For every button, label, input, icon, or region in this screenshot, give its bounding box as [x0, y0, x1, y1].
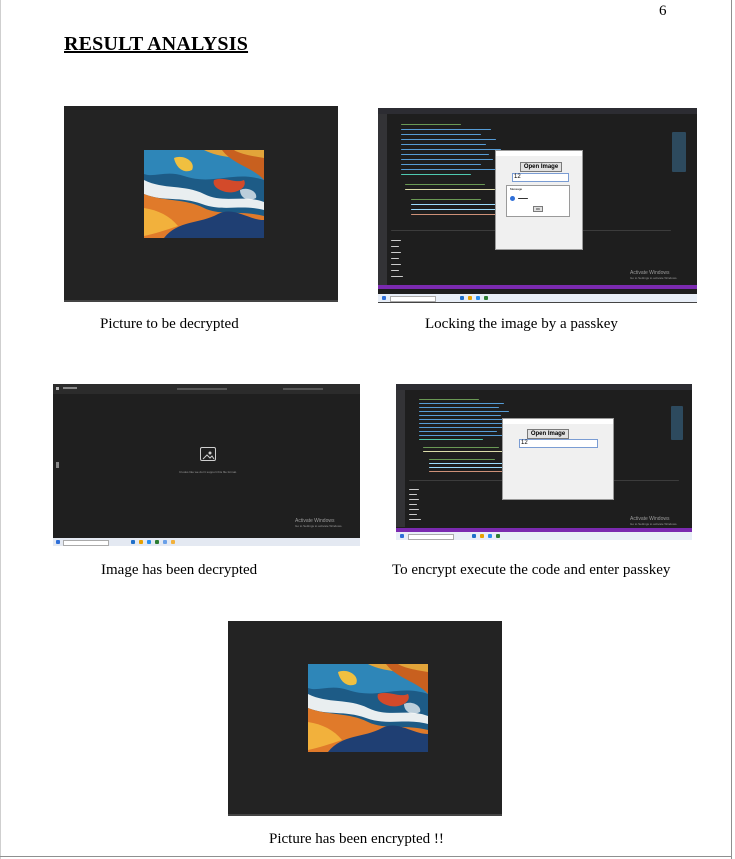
caption-picture-encrypted: Picture has been encrypted !! — [269, 831, 444, 847]
page-number: 6 — [659, 3, 667, 19]
broken-image-icon — [200, 447, 216, 461]
figure-encrypt-screenshot: Activate Windows Go to Settings to activ… — [396, 384, 692, 540]
windows-taskbar — [53, 538, 360, 546]
passkey-field[interactable]: 12 — [519, 439, 598, 448]
image-operation-dialog: Open Image 12 — [502, 418, 614, 500]
figure-5-rule — [228, 814, 502, 816]
vscode-activity-bar — [396, 390, 405, 527]
page-border-bottom — [0, 856, 732, 857]
figure-1-rule — [64, 300, 338, 302]
windows-taskbar — [378, 294, 697, 302]
vscode-title-bar — [378, 108, 697, 114]
caption-locking-image: Locking the image by a passkey — [425, 316, 618, 332]
section-heading: RESULT ANALYSIS — [64, 33, 249, 55]
page-border-left — [0, 0, 1, 859]
open-image-button[interactable]: Open Image — [527, 429, 569, 439]
passkey-field[interactable]: 12 — [512, 173, 569, 182]
caption-image-decrypted: Image has been decrypted — [101, 562, 258, 578]
open-image-button[interactable]: Open Image — [520, 162, 562, 172]
info-icon — [510, 196, 515, 201]
figure-picture-encrypted — [228, 621, 502, 814]
vscode-activity-bar — [378, 114, 387, 289]
file-unsupported-notice: It looks like we don't support this file… — [179, 470, 237, 474]
activate-windows-watermark: Activate Windows Go to Settings to activ… — [630, 270, 678, 280]
message-dialog: Message OK — [506, 185, 570, 217]
caption-picture-to-decrypt: Picture to be decrypted — [100, 316, 239, 332]
activate-windows-watermark: Activate Windows Go to Settings to activ… — [295, 518, 343, 528]
figure-decrypted-viewer-screenshot: It looks like we don't support this file… — [53, 384, 360, 546]
figure-locking-image-screenshot: Activate Windows Go to Settings to activ… — [378, 108, 697, 302]
figure-2-rule — [378, 302, 697, 303]
activate-windows-watermark: Activate Windows Go to Settings to activ… — [630, 516, 678, 526]
windows-taskbar — [396, 532, 692, 540]
marbled-painting-image — [144, 150, 264, 238]
marbled-painting-image — [308, 664, 428, 752]
message-ok-button[interactable]: OK — [533, 206, 543, 212]
vscode-title-bar — [396, 384, 692, 390]
image-operation-dialog: Open Image 12 Message OK — [495, 150, 583, 250]
page-border-right — [731, 0, 732, 859]
caption-encrypt-instructions: To encrypt execute the code and enter pa… — [392, 562, 671, 578]
figure-picture-to-decrypt — [64, 106, 338, 300]
message-title: Message — [510, 187, 523, 191]
vscode-status-bar — [378, 285, 697, 289]
